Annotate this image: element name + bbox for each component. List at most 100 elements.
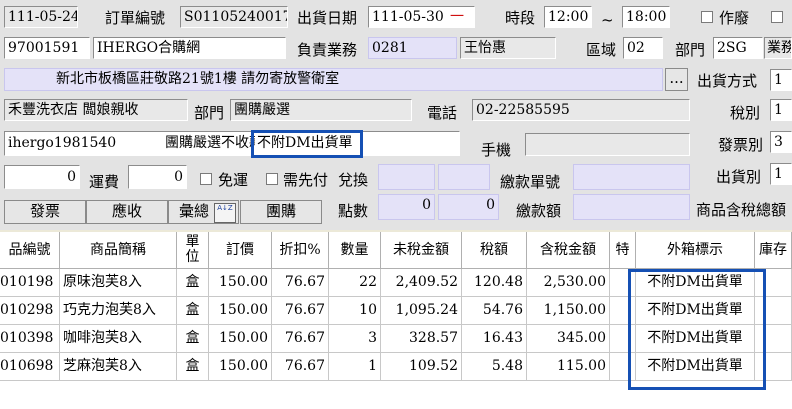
col-pretax-cell[interactable]: 328.57	[381, 325, 462, 353]
prepay-checkbox[interactable]	[266, 173, 278, 185]
invoice-type-field[interactable]: 3	[770, 131, 792, 153]
col-product-code-header[interactable]: 品編號	[0, 232, 60, 269]
address-lookup-button[interactable]: ...	[665, 68, 688, 91]
col-stock-cell[interactable]	[755, 353, 792, 381]
ship-method-field[interactable]: 1	[770, 69, 792, 91]
col-unit-cell[interactable]: 盒	[177, 325, 209, 353]
col-product-code-cell[interactable]: 010298	[0, 297, 60, 325]
col-box-label-cell[interactable]: 不附DM出貨單	[636, 269, 755, 297]
col-total-cell[interactable]: 1,150.00	[527, 297, 610, 325]
col-pretax-cell[interactable]: 1,095.24	[381, 297, 462, 325]
address-field[interactable]: 新北市板橋區莊敬路21號1樓 請勿寄放警衛室	[4, 68, 663, 91]
col-unit-cell[interactable]: 盒	[177, 297, 209, 325]
col-price-cell[interactable]: 150.00	[209, 353, 272, 381]
col-discount-header[interactable]: 折扣%	[272, 232, 329, 269]
group-buy-button[interactable]: 團購	[240, 200, 322, 224]
col-stock-cell[interactable]	[755, 269, 792, 297]
invoice-button[interactable]: 發票	[4, 200, 86, 224]
receivable-button[interactable]: 應收	[86, 200, 168, 224]
col-box-label-cell[interactable]: 不附DM出貨單	[636, 325, 755, 353]
mobile-field[interactable]	[525, 133, 690, 156]
col-discount-cell[interactable]: 76.67	[272, 353, 329, 381]
col-product-name-cell[interactable]: 巧克力泡芙8入	[60, 297, 177, 325]
col-total-cell[interactable]: 2,530.00	[527, 269, 610, 297]
col-product-code-cell[interactable]: 010198	[0, 269, 60, 297]
col-total-header[interactable]: 含稅金額	[527, 232, 610, 269]
ship-date-field[interactable]: 111-05-30 一	[368, 6, 475, 28]
col-pretax-cell[interactable]: 2,409.52	[381, 269, 462, 297]
col-pretax-header[interactable]: 未稅金額	[381, 232, 462, 269]
free-ship-checkbox[interactable]	[200, 173, 212, 185]
col-qty-header[interactable]: 數量	[329, 232, 381, 269]
col-price-cell[interactable]: 150.00	[209, 269, 272, 297]
region-field[interactable]: 02	[623, 37, 663, 59]
col-price-cell[interactable]: 150.00	[209, 325, 272, 353]
col-discount-cell[interactable]: 76.67	[272, 297, 329, 325]
exchange-field-2[interactable]	[438, 164, 490, 190]
col-stock-cell[interactable]	[755, 325, 792, 353]
col-box-label-cell[interactable]: 不附DM出貨單	[636, 297, 755, 325]
col-product-code-cell[interactable]: 010398	[0, 325, 60, 353]
col-special-cell[interactable]	[610, 325, 636, 353]
dept-label: 部門	[675, 41, 706, 59]
points-field-2[interactable]: 0	[438, 194, 499, 220]
col-discount-cell[interactable]: 76.67	[272, 325, 329, 353]
customer-code-field[interactable]: 97001591	[4, 37, 90, 59]
col-stock-header[interactable]: 庫存	[755, 232, 792, 269]
col-unit-cell[interactable]: 盒	[177, 269, 209, 297]
col-box-label-header[interactable]: 外箱標示	[636, 232, 755, 269]
col-price-cell[interactable]: 150.00	[209, 297, 272, 325]
time-to-field[interactable]: 18:00	[622, 6, 670, 28]
tax-field[interactable]: 1	[770, 99, 792, 121]
phone-field[interactable]: 02-22585595	[472, 99, 690, 121]
col-unit-header[interactable]: 單位	[177, 232, 209, 269]
left-value-field[interactable]: 0	[4, 165, 80, 189]
col-pretax-cell[interactable]: 109.52	[381, 353, 462, 381]
exchange-field-1[interactable]	[378, 164, 435, 190]
col-tax-cell[interactable]: 120.48	[462, 269, 527, 297]
col-tax-cell[interactable]: 54.76	[462, 297, 527, 325]
col-special-cell[interactable]	[610, 269, 636, 297]
col-price-header[interactable]: 訂價	[209, 232, 272, 269]
col-product-name-cell[interactable]: 原味泡芙8入	[60, 269, 177, 297]
dept2-field[interactable]: 團購嚴選	[230, 99, 412, 121]
order-no-field[interactable]: S01105240017	[180, 6, 288, 28]
col-product-name-header[interactable]: 商品簡稱	[60, 232, 177, 269]
col-special-header[interactable]: 特	[610, 232, 636, 269]
col-tax-header[interactable]: 稅額	[462, 232, 527, 269]
ship-type-field[interactable]: 1	[770, 163, 792, 185]
col-stock-cell[interactable]	[755, 297, 792, 325]
summary-button[interactable]: 彙總 A↓Z	[168, 200, 239, 224]
col-tax-cell[interactable]: 16.43	[462, 325, 527, 353]
col-total-cell[interactable]: 115.00	[527, 353, 610, 381]
payment-amount-field[interactable]	[573, 194, 690, 220]
col-box-label-cell[interactable]: 不附DM出貨單	[636, 353, 755, 381]
weekday-mark: 一	[450, 9, 464, 25]
col-qty-cell[interactable]: 22	[329, 269, 381, 297]
col-qty-cell[interactable]: 3	[329, 325, 381, 353]
payment-no-field[interactable]	[573, 164, 690, 190]
dept-field[interactable]: 2SG	[713, 37, 763, 59]
customer-name-field[interactable]: IHERGO合購網	[93, 37, 286, 59]
extra-checkbox[interactable]	[771, 11, 783, 23]
freight-field[interactable]: 0	[128, 165, 187, 189]
col-total-cell[interactable]: 345.00	[527, 325, 610, 353]
col-unit-cell[interactable]: 盒	[177, 353, 209, 381]
note-value[interactable]: 不附DM出貨單	[255, 133, 360, 154]
void-checkbox[interactable]	[701, 11, 713, 23]
sales-code-field[interactable]: 0281	[368, 37, 457, 59]
points-field-1[interactable]: 0	[378, 194, 435, 220]
col-special-cell[interactable]	[610, 353, 636, 381]
col-discount-cell[interactable]: 76.67	[272, 269, 329, 297]
col-product-code-cell[interactable]: 010698	[0, 353, 60, 381]
col-special-cell[interactable]	[610, 297, 636, 325]
col-tax-cell[interactable]: 5.48	[462, 353, 527, 381]
time-from-field[interactable]: 12:00	[544, 6, 592, 28]
account-remark-field[interactable]: ihergo1981540 團購嚴選不收款	[4, 131, 460, 156]
store-name-field[interactable]: 禾豐洗衣店 闆娘親收	[4, 99, 188, 121]
col-qty-cell[interactable]: 10	[329, 297, 381, 325]
col-product-name-cell[interactable]: 芝麻泡芙8入	[60, 353, 177, 381]
col-product-name-cell[interactable]: 咖啡泡芙8入	[60, 325, 177, 353]
doc-date-field[interactable]: 111-05-24	[4, 6, 78, 28]
col-qty-cell[interactable]: 1	[329, 353, 381, 381]
